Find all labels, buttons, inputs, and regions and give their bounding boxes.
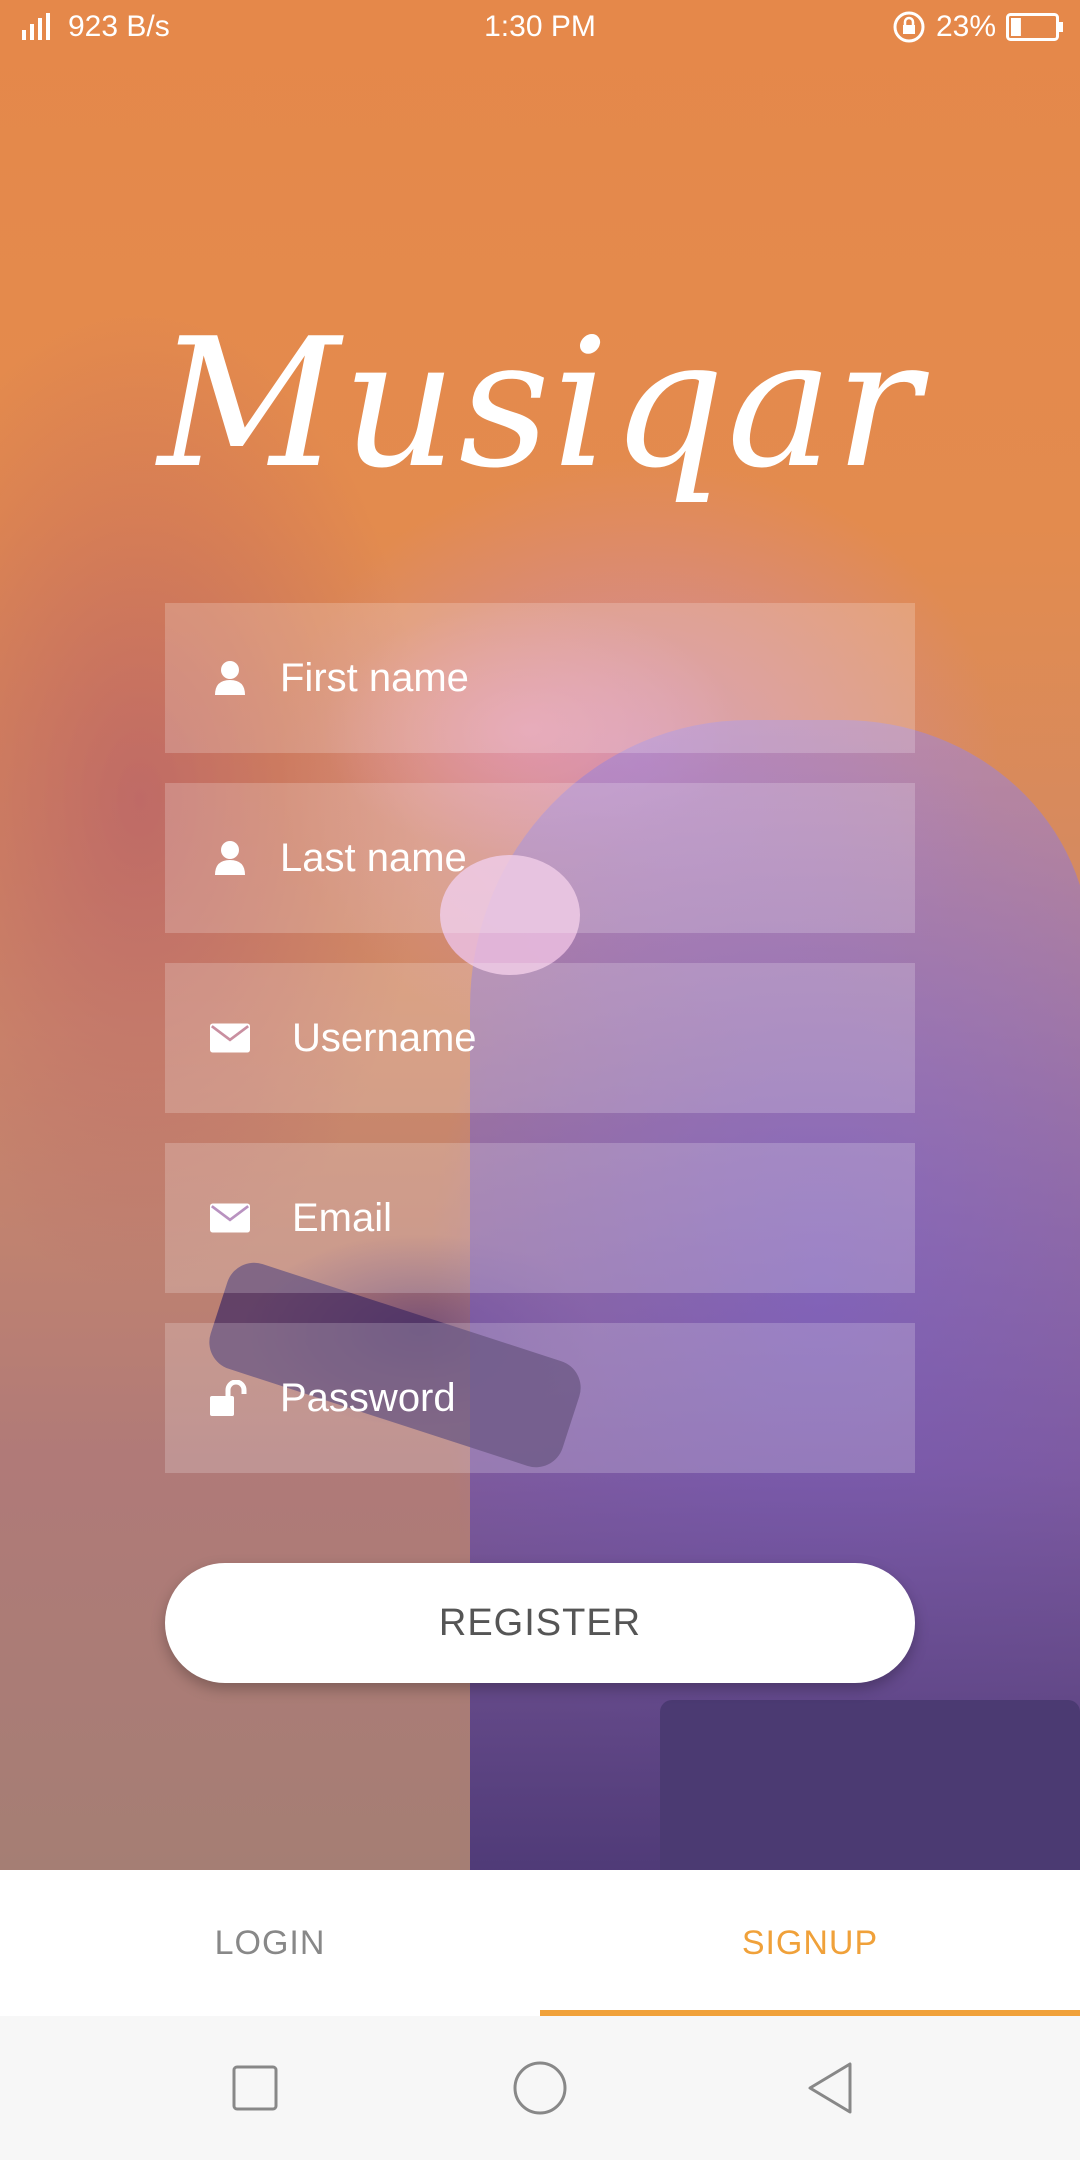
- email-input[interactable]: [290, 1194, 894, 1242]
- home-button[interactable]: [480, 2016, 600, 2160]
- tab-signup[interactable]: SIGNUP: [540, 1870, 1080, 2016]
- app-logo: Musiqar: [157, 300, 923, 507]
- person-icon: [210, 658, 250, 698]
- tab-login[interactable]: LOGIN: [0, 1870, 540, 2016]
- square-nav-icon: [232, 2065, 278, 2111]
- status-right: 23%: [892, 10, 1064, 44]
- auth-tab-bar: LOGIN SIGNUP: [0, 1870, 1080, 2016]
- recents-button[interactable]: [195, 2016, 315, 2160]
- system-nav-bar: [0, 2016, 1080, 2160]
- envelope-icon: [210, 1018, 250, 1058]
- envelope-icon: [210, 1198, 250, 1238]
- password-field[interactable]: [165, 1323, 915, 1473]
- last-name-input[interactable]: [278, 834, 882, 882]
- rotation-lock-icon: [893, 11, 925, 43]
- email-field[interactable]: [165, 1143, 915, 1293]
- password-input[interactable]: [278, 1374, 882, 1422]
- battery-icon: [1006, 13, 1063, 41]
- username-input[interactable]: [290, 1014, 894, 1062]
- status-bar: 923 B/s 1:30 PM 23%: [0, 0, 1080, 56]
- battery-percent: 23%: [935, 10, 996, 43]
- person-icon: [210, 838, 250, 878]
- back-button[interactable]: [770, 2016, 890, 2160]
- last-name-field[interactable]: [165, 783, 915, 933]
- register-button[interactable]: REGISTER: [165, 1563, 915, 1683]
- username-field[interactable]: [165, 963, 915, 1113]
- first-name-field[interactable]: [165, 603, 915, 753]
- triangle-back-icon: [808, 2062, 852, 2114]
- unlock-icon: [210, 1378, 250, 1418]
- photo-pants: [660, 1700, 1080, 1870]
- circle-nav-icon: [513, 2061, 567, 2115]
- first-name-input[interactable]: [278, 654, 882, 702]
